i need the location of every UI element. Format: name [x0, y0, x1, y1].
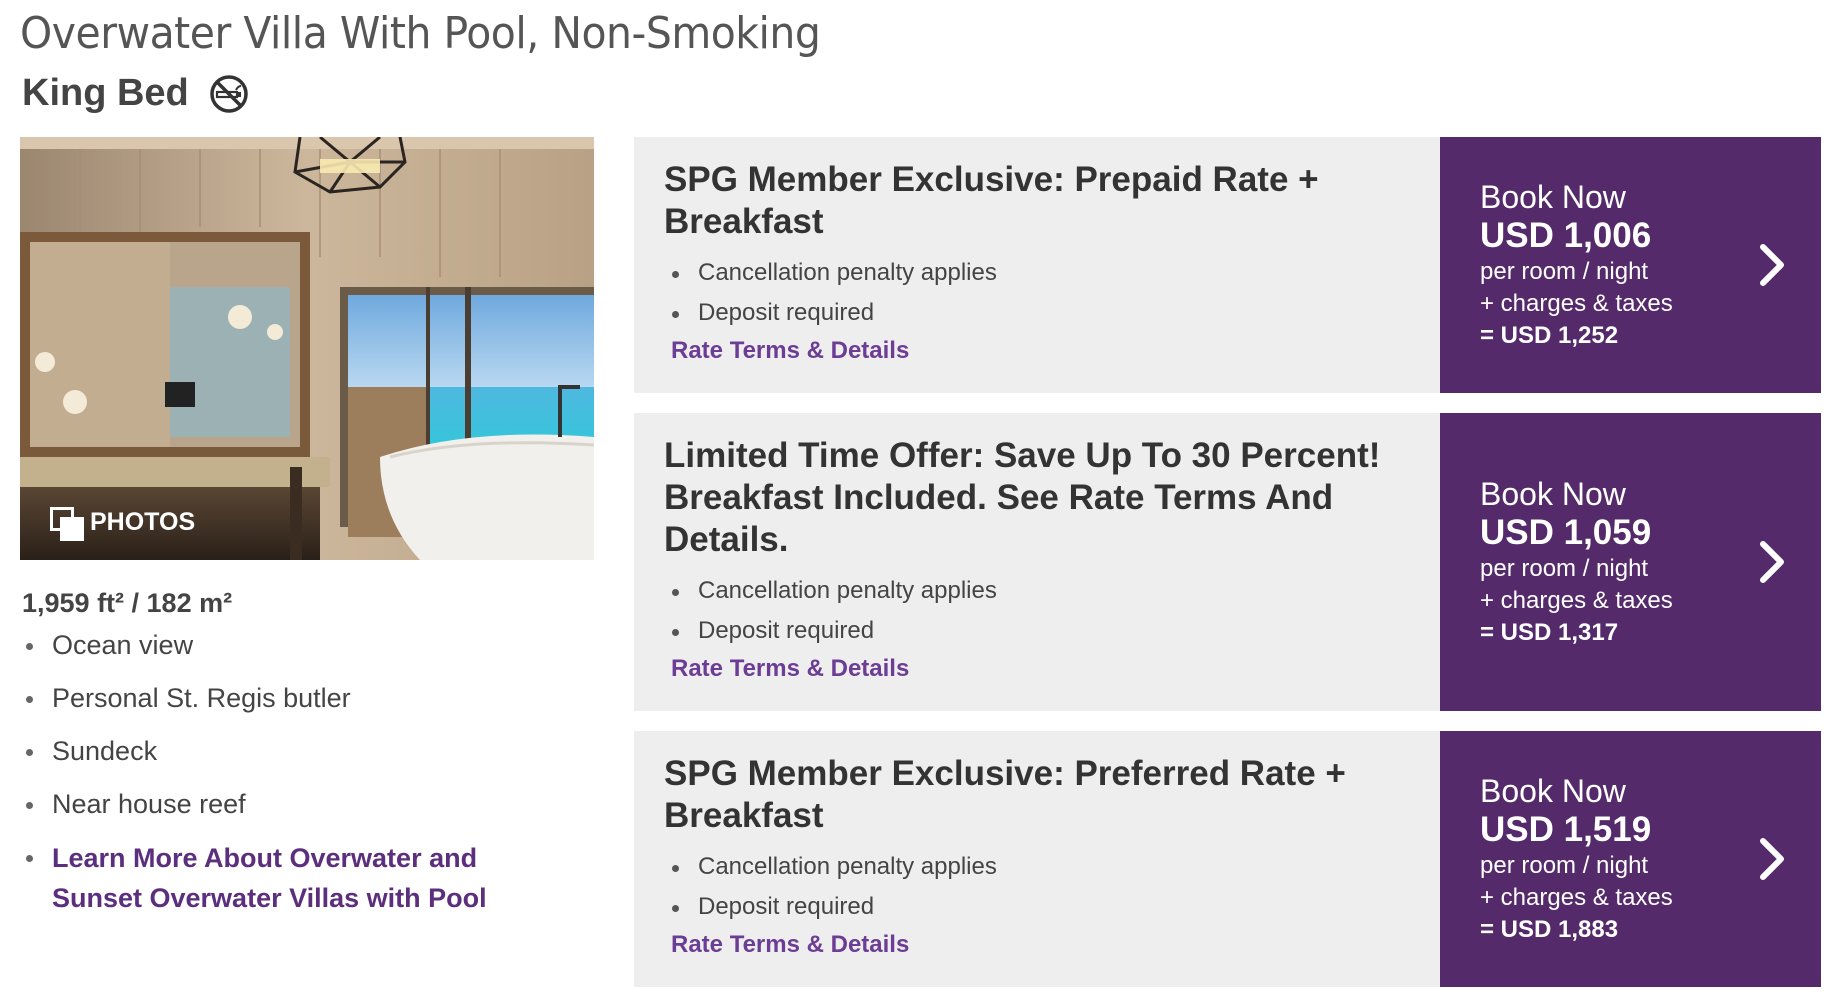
rate-card: Limited Time Offer: Save Up To 30 Percen…	[634, 413, 1821, 711]
rate-info: SPG Member Exclusive: Prepaid Rate + Bre…	[634, 137, 1440, 393]
book-now-label: Book Now	[1480, 773, 1626, 809]
condition-item: Cancellation penalty applies	[664, 847, 1410, 887]
book-now-button[interactable]: Book Now USD 1,006 per room / night + ch…	[1440, 137, 1821, 393]
learn-more-link[interactable]: Learn More About Overwater and Sunset Ov…	[52, 838, 522, 918]
rate-info: Limited Time Offer: Save Up To 30 Percen…	[634, 413, 1440, 711]
rate-card: SPG Member Exclusive: Preferred Rate + B…	[634, 731, 1821, 987]
book-now-label: Book Now	[1480, 179, 1626, 215]
rate-info: SPG Member Exclusive: Preferred Rate + B…	[634, 731, 1440, 987]
rate-conditions: Cancellation penalty applies Deposit req…	[664, 253, 1410, 333]
charges-note: + charges & taxes	[1480, 290, 1673, 317]
learn-more-item: Learn More About Overwater and Sunset Ov…	[22, 842, 522, 918]
chevron-right-icon	[1760, 838, 1784, 880]
rate-card: SPG Member Exclusive: Prepaid Rate + Bre…	[634, 137, 1821, 393]
photos-icon	[50, 507, 84, 541]
photos-label: PHOTOS	[90, 507, 196, 536]
total-price: = USD 1,317	[1480, 619, 1619, 646]
rate-conditions: Cancellation penalty applies Deposit req…	[664, 847, 1410, 927]
condition-item: Cancellation penalty applies	[664, 253, 1410, 293]
book-now-button[interactable]: Book Now USD 1,059 per room / night + ch…	[1440, 413, 1821, 711]
bed-type: King Bed	[22, 72, 189, 114]
condition-item: Deposit required	[664, 887, 1410, 927]
rate-conditions: Cancellation penalty applies Deposit req…	[664, 571, 1410, 651]
rate-name: SPG Member Exclusive: Prepaid Rate + Bre…	[664, 160, 1319, 241]
total-price: = USD 1,883	[1480, 916, 1619, 943]
condition-item: Cancellation penalty applies	[664, 571, 1410, 611]
room-photo-image	[20, 137, 594, 560]
condition-item: Deposit required	[664, 611, 1410, 651]
room-size: 1,959 ft² / 182 m²	[22, 588, 233, 618]
amenity-list: Ocean view Personal St. Regis butler Sun…	[22, 630, 522, 940]
chevron-right-icon	[1760, 244, 1784, 286]
rate-name: SPG Member Exclusive: Preferred Rate + B…	[664, 754, 1346, 835]
chevron-right-icon	[1760, 541, 1784, 583]
room-photo[interactable]: PHOTOS	[20, 137, 594, 560]
condition-item: Deposit required	[664, 293, 1410, 333]
rate-terms-link[interactable]: Rate Terms & Details	[671, 337, 909, 365]
amenity-item: Sundeck	[22, 736, 522, 767]
book-now-label: Book Now	[1480, 476, 1626, 512]
photos-button[interactable]: PHOTOS	[50, 507, 196, 541]
bed-info: King Bed	[22, 72, 249, 115]
amenity-item: Personal St. Regis butler	[22, 683, 522, 714]
charges-note: + charges & taxes	[1480, 587, 1673, 614]
amenity-item: Near house reef	[22, 789, 522, 820]
book-now-button[interactable]: Book Now USD 1,519 per room / night + ch…	[1440, 731, 1821, 987]
rate-terms-link[interactable]: Rate Terms & Details	[671, 931, 909, 959]
room-title: Overwater Villa With Pool, Non-Smoking	[20, 8, 821, 59]
rate-terms-link[interactable]: Rate Terms & Details	[671, 655, 909, 683]
no-smoking-icon	[210, 74, 248, 113]
charges-note: + charges & taxes	[1480, 884, 1673, 911]
amenity-item: Ocean view	[22, 630, 522, 661]
total-price: = USD 1,252	[1480, 322, 1619, 349]
rate-name: Limited Time Offer: Save Up To 30 Percen…	[664, 436, 1381, 559]
